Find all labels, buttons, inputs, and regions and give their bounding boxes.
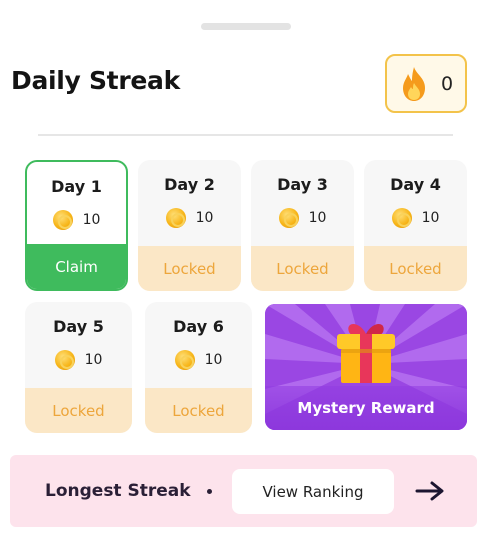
reward-row: 10 — [364, 208, 467, 228]
day-label: Day 6 — [173, 317, 224, 336]
coin-amount: 10 — [195, 210, 214, 226]
page-title: Daily Streak — [11, 66, 180, 95]
day-label: Day 2 — [164, 175, 215, 194]
streak-count-badge[interactable]: 0 — [385, 54, 467, 113]
day-card-5[interactable]: Day 5 10 Locked — [25, 302, 132, 433]
coin-amount: 10 — [84, 352, 103, 368]
locked-status: Locked — [25, 388, 132, 433]
locked-status: Locked — [364, 246, 467, 291]
view-ranking-button[interactable]: View Ranking — [232, 469, 394, 514]
day-card-6[interactable]: Day 6 10 Locked — [145, 302, 252, 433]
separator-dot — [207, 489, 212, 494]
longest-streak-label: Longest Streak — [45, 481, 191, 501]
day-label: Day 4 — [390, 175, 441, 194]
coin-amount: 10 — [308, 210, 327, 226]
mystery-reward-card[interactable]: Mystery Reward — [265, 304, 467, 430]
day-label: Day 3 — [277, 175, 328, 194]
coin-amount: 10 — [204, 352, 223, 368]
claim-button[interactable]: Claim — [27, 244, 126, 289]
coin-amount: 10 — [82, 212, 101, 228]
mystery-reward-label: Mystery Reward — [265, 386, 467, 430]
reward-row: 10 — [25, 350, 132, 370]
reward-row: 10 — [251, 208, 354, 228]
divider — [38, 134, 453, 136]
reward-row: 10 — [138, 208, 241, 228]
day-card-2[interactable]: Day 2 10 Locked — [138, 160, 241, 291]
arrow-right-icon[interactable] — [412, 475, 448, 507]
coin-icon — [54, 350, 75, 370]
day-card-1[interactable]: Day 1 10 Claim — [25, 160, 128, 291]
locked-status: Locked — [251, 246, 354, 291]
reward-row: 10 — [27, 210, 126, 230]
day-card-4[interactable]: Day 4 10 Locked — [364, 160, 467, 291]
locked-status: Locked — [145, 388, 252, 433]
streak-count: 0 — [440, 72, 454, 95]
coin-icon — [52, 210, 73, 230]
flame-icon — [399, 66, 429, 102]
day-card-3[interactable]: Day 3 10 Locked — [251, 160, 354, 291]
locked-status: Locked — [138, 246, 241, 291]
drag-handle[interactable] — [201, 23, 291, 30]
gift-icon — [331, 318, 401, 390]
coin-amount: 10 — [421, 210, 440, 226]
coin-icon — [174, 350, 195, 370]
day-label: Day 5 — [53, 317, 104, 336]
coin-icon — [165, 208, 186, 228]
reward-row: 10 — [145, 350, 252, 370]
longest-streak-bar: Longest Streak View Ranking — [10, 455, 477, 527]
day-label: Day 1 — [51, 177, 102, 196]
coin-icon — [278, 208, 299, 228]
coin-icon — [391, 208, 412, 228]
